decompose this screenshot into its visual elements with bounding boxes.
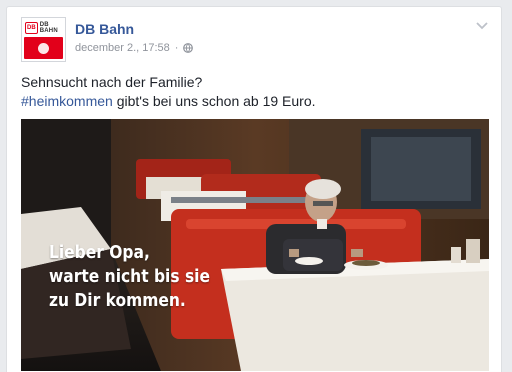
- post-text-line-2: #heimkommen gibt's bei uns schon ab 19 E…: [21, 92, 491, 111]
- globe-icon[interactable]: [183, 43, 194, 53]
- avatar-mark: [38, 42, 49, 54]
- photo-caption: Lieber Opa, warte nicht bis sie zu Dir k…: [49, 241, 210, 313]
- post-text-line-2-rest: gibt's bei uns schon ab 19 Euro.: [112, 93, 316, 109]
- page-name-link[interactable]: DB Bahn: [75, 21, 134, 37]
- caption-line-2: warte nicht bis sie: [49, 266, 210, 287]
- chevron-down-icon[interactable]: [475, 21, 489, 31]
- db-logo: DB: [25, 21, 38, 34]
- hashtag-link[interactable]: #heimkommen: [21, 93, 113, 109]
- meta-separator: ·: [174, 42, 179, 54]
- post-photo[interactable]: Lieber Opa, warte nicht bis sie zu Dir k…: [21, 119, 489, 371]
- avatar-brand-word: DB BAHN: [39, 21, 58, 34]
- post-text-line-1: Sehnsucht nach der Familie?: [21, 74, 203, 90]
- caption-line-3: zu Dir kommen.: [49, 290, 186, 311]
- post-meta: december 2., 17:58 ·: [75, 42, 194, 54]
- page-avatar[interactable]: DB DB BAHN: [21, 17, 66, 62]
- caption-line-1: Lieber Opa,: [49, 242, 150, 263]
- post-text: Sehnsucht nach der Familie? #heimkommen …: [21, 73, 491, 111]
- post-timestamp[interactable]: december 2., 17:58: [75, 42, 170, 54]
- avatar-red-block: [24, 37, 63, 59]
- avatar-brand: DB DB BAHN: [25, 21, 62, 34]
- feed-post: DB DB BAHN DB Bahn december 2., 17:58 · …: [6, 6, 502, 372]
